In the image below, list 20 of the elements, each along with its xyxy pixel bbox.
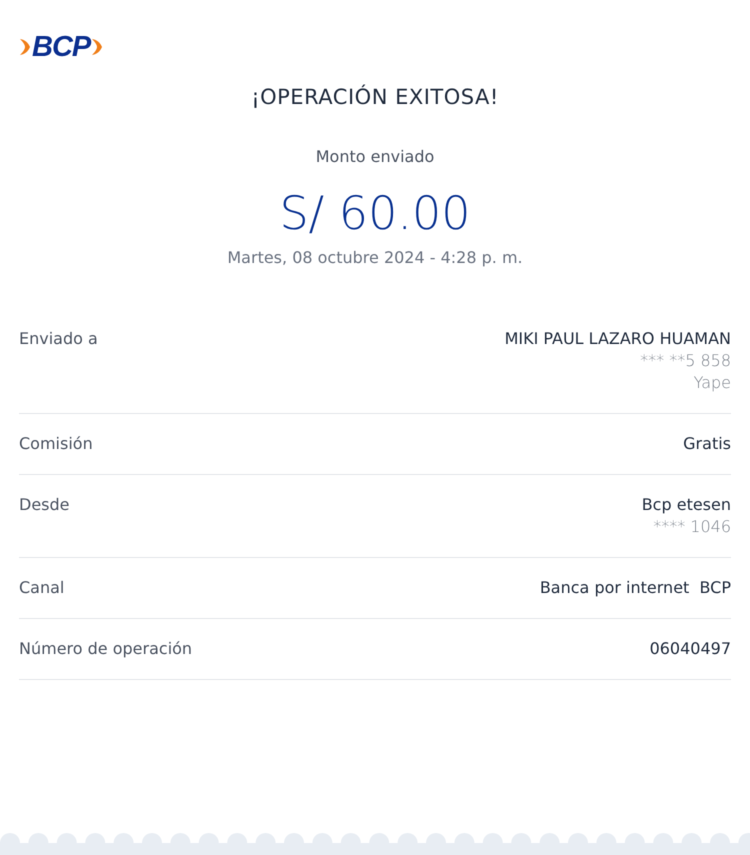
detail-label: Comisión	[19, 434, 93, 453]
detail-value: *** **5 858	[640, 351, 731, 370]
success-title: ¡OPERACIÓN EXITOSA!	[250, 85, 500, 109]
detail-value: 06040497	[650, 639, 731, 658]
detail-label: Canal	[19, 578, 64, 597]
detail-label: Número de operación	[19, 639, 192, 658]
detail-value: Banca por internet BCP	[540, 578, 731, 597]
detail-label: Desde	[19, 495, 70, 516]
detail-value: Yape	[694, 373, 731, 392]
detail-value: Bcp etesen	[642, 495, 731, 514]
chevron-icon	[91, 37, 104, 57]
amount: S/ 60.00	[278, 186, 472, 240]
detail-label: Enviado a	[19, 329, 98, 350]
bank-logo: BCP	[32, 32, 90, 62]
detail-value: Gratis	[683, 434, 731, 453]
chevron-icon	[19, 37, 31, 57]
detail-value: **** 1046	[653, 517, 731, 536]
amount-label: Monto enviado	[314, 147, 436, 166]
date-text: Martes, 08 octubre 2024 - 4:28 p. m.	[226, 248, 524, 267]
detail-value: MIKI PAUL LAZARO HUAMAN	[504, 329, 731, 348]
